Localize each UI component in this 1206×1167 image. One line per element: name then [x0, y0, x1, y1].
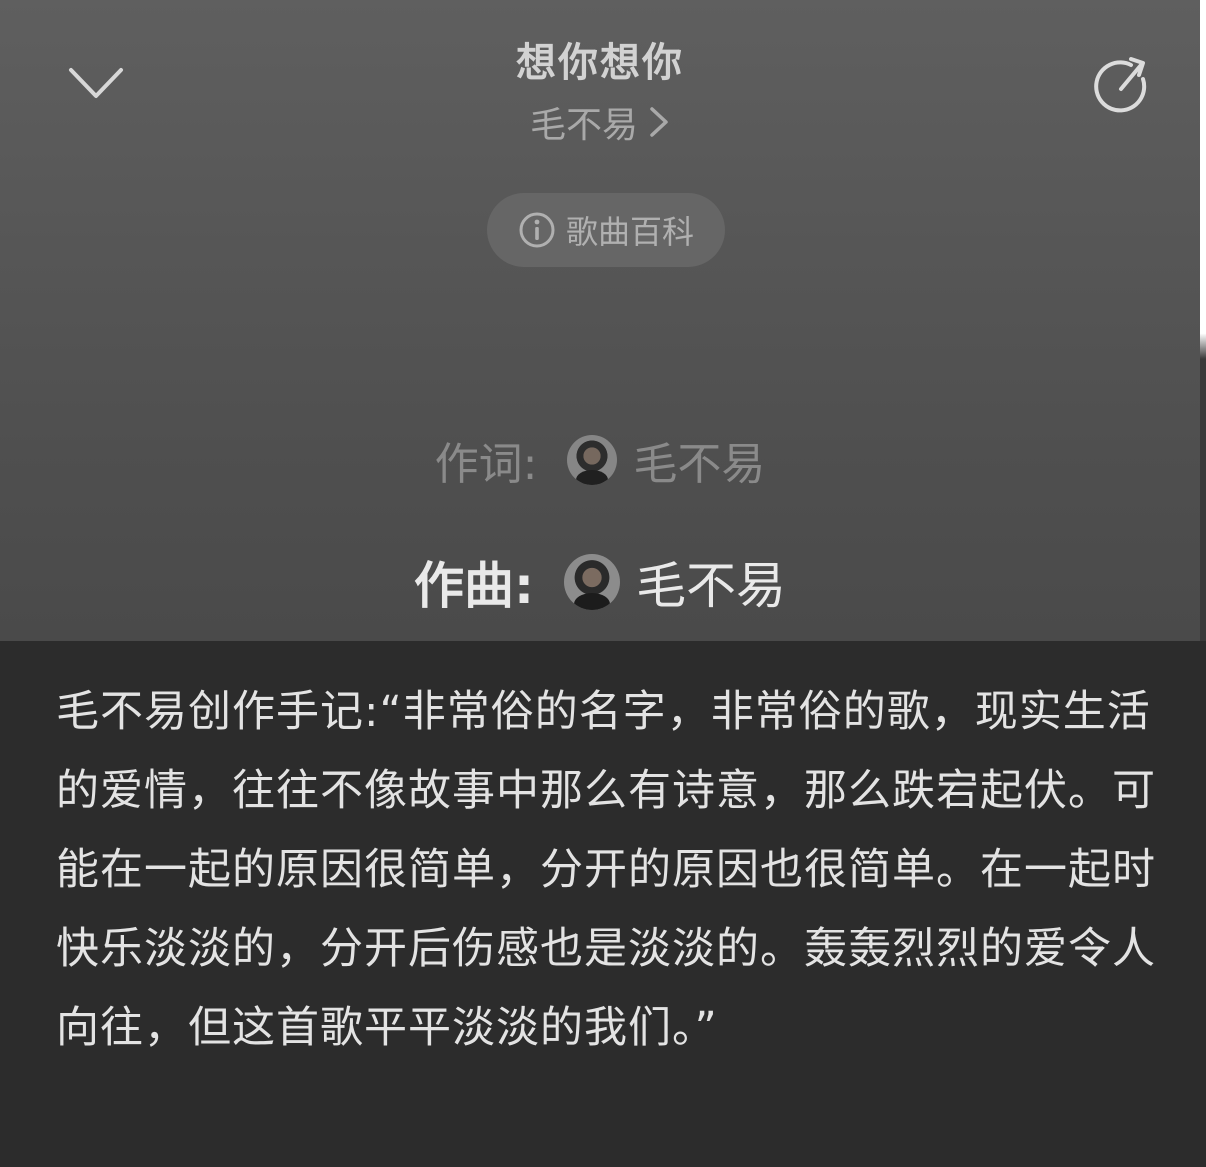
creation-notes-panel: 毛不易创作手记:“非常俗的名字，非常俗的歌，现实生活的爱情，往往不像故事中那么有…	[0, 641, 1206, 1167]
song-wiki-button[interactable]: 歌曲百科	[487, 193, 725, 267]
artist-link[interactable]: 毛不易	[0, 96, 1200, 148]
creation-notes-text: 毛不易创作手记:“非常俗的名字，非常俗的歌，现实生活的爱情，往往不像故事中那么有…	[56, 687, 1156, 1053]
screen: 想你想你 毛不易 歌曲百科 作词: 毛不易 作曲: 毛不易 毛不易创作手记:“非…	[0, 0, 1206, 1167]
edge-strip	[1200, 0, 1206, 641]
song-title: 想你想你	[516, 40, 684, 86]
song-wiki-label: 歌曲百科	[565, 213, 694, 251]
composer-credit: 作曲: 毛不易	[0, 546, 1200, 618]
lyricist-avatar[interactable]	[567, 435, 618, 485]
lyricist-name[interactable]: 毛不易	[633, 428, 765, 492]
share-button[interactable]	[1088, 50, 1160, 122]
artist-name: 毛不易	[529, 105, 638, 146]
player-panel: 想你想你 毛不易 歌曲百科 作词: 毛不易 作曲: 毛不易	[0, 0, 1200, 641]
share-rotate-icon	[1094, 57, 1147, 113]
chevron-right-icon	[648, 105, 670, 139]
composer-label: 作曲:	[414, 557, 534, 615]
composer-avatar[interactable]	[564, 554, 620, 610]
info-icon	[519, 212, 555, 248]
composer-name[interactable]: 毛不易	[636, 546, 786, 618]
lyricist-credit: 作词: 毛不易	[0, 428, 1200, 492]
lyricist-label: 作词:	[434, 439, 538, 490]
